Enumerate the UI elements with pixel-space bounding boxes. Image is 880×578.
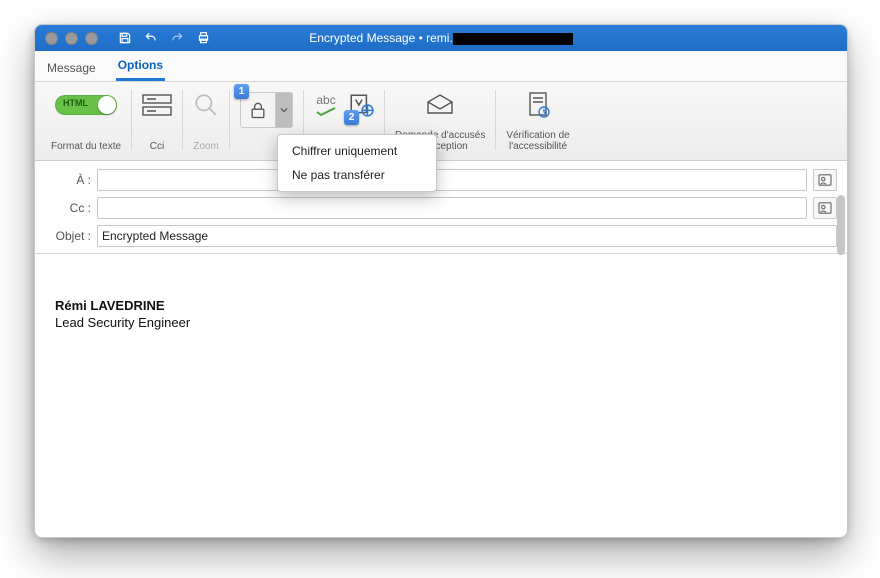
signature-name: Rémi LAVEDRINE (55, 298, 827, 313)
subject-label: Objet : (45, 229, 91, 243)
signature-title: Lead Security Engineer (55, 315, 827, 330)
vertical-scrollbar[interactable] (833, 155, 847, 535)
redacted-email (453, 33, 573, 45)
accessibility-label: Vérification de l'accessibilité (506, 130, 569, 152)
group-format: HTML Format du texte (41, 86, 131, 156)
quick-access-toolbar (118, 31, 211, 45)
bcc-button[interactable] (142, 88, 172, 122)
cc-label: Cc : (45, 201, 91, 215)
zoom-label: Zoom (193, 141, 219, 152)
to-label: À : (45, 173, 91, 187)
badge-1: 1 (234, 84, 249, 99)
group-accessibility: Vérification de l'accessibilité (496, 86, 579, 156)
badge-2: 2 (344, 110, 359, 125)
html-toggle[interactable]: HTML (55, 95, 117, 115)
header-fields: À : Cc : Objet : Encrypt (35, 161, 847, 254)
encrypt-menu: Chiffrer uniquement Ne pas transférer (277, 134, 437, 192)
abc-text: abc (316, 93, 335, 107)
undo-icon[interactable] (144, 31, 158, 45)
compose-window: Encrypted Message • remi. Message Option… (34, 24, 848, 538)
menu-do-not-forward[interactable]: Ne pas transférer (278, 163, 436, 187)
encrypt-dropdown-arrow[interactable] (275, 93, 292, 127)
accessibility-button[interactable] (525, 88, 551, 122)
save-icon[interactable] (118, 31, 132, 45)
receipts-button[interactable] (425, 88, 455, 122)
cc-field[interactable] (97, 197, 807, 219)
message-body[interactable]: Rémi LAVEDRINE Lead Security Engineer (35, 254, 847, 538)
tab-options[interactable]: Options (116, 52, 165, 81)
close-dot[interactable] (45, 32, 58, 45)
scrollbar-thumb[interactable] (837, 195, 845, 255)
ribbon: HTML Format du texte Cci (35, 82, 847, 161)
format-label: Format du texte (51, 141, 121, 152)
group-zoom: Zoom (183, 86, 229, 156)
zoom-dot[interactable] (85, 32, 98, 45)
tab-message[interactable]: Message (45, 55, 98, 81)
zoom-button (193, 88, 219, 122)
group-bcc: Cci (132, 86, 182, 156)
menu-encrypt-only[interactable]: Chiffrer uniquement (278, 139, 436, 163)
spellcheck-button[interactable]: abc (314, 88, 338, 122)
print-icon[interactable] (196, 31, 211, 45)
bcc-label: Cci (150, 141, 164, 152)
to-field[interactable] (97, 169, 807, 191)
subject-field[interactable]: Encrypted Message (97, 225, 837, 247)
titlebar: Encrypted Message • remi. (35, 25, 847, 51)
window-controls (35, 32, 98, 45)
ribbon-tabs: Message Options (35, 51, 847, 82)
redo-icon[interactable] (170, 31, 184, 45)
lock-icon[interactable] (241, 99, 275, 121)
html-toggle-label: HTML (63, 98, 88, 108)
minimize-dot[interactable] (65, 32, 78, 45)
title-text: Encrypted Message • remi. (309, 31, 453, 45)
